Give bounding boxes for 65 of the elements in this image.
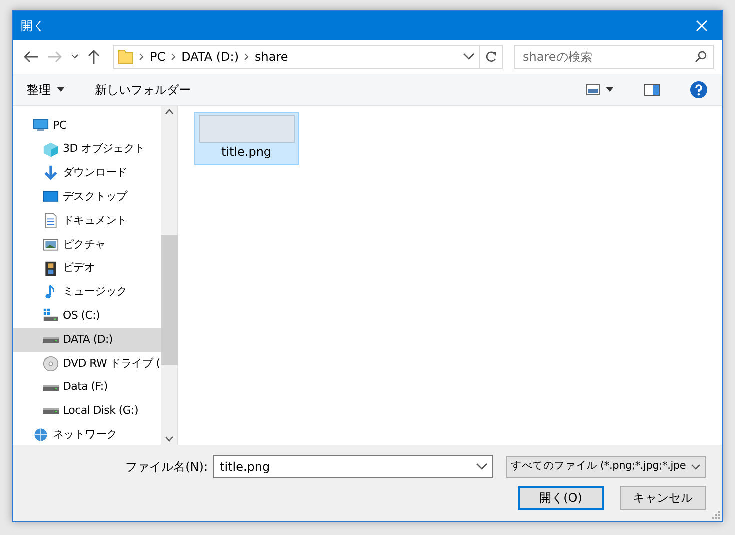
sidebar-item[interactable]: デスクトップ	[13, 185, 161, 210]
globe-icon	[33, 427, 49, 444]
chevron-icon	[170, 53, 178, 61]
drive-icon	[43, 408, 59, 414]
address-bar[interactable]: PC DATA (D:) share	[113, 45, 503, 69]
file-name-label: ファイル名(N):	[126, 458, 208, 476]
breadcrumb-item[interactable]: PC	[146, 48, 170, 66]
forward-arrow-icon	[47, 50, 63, 64]
scroll-down-icon	[164, 436, 174, 442]
refresh-icon	[485, 51, 497, 63]
disc-icon	[43, 356, 59, 372]
search-box[interactable]: shareの検索	[514, 45, 714, 69]
dropdown-caret-icon	[476, 462, 488, 470]
sidebar-item[interactable]: ダウンロード	[13, 162, 161, 186]
caret-icon	[57, 87, 65, 92]
organize-menu-button[interactable]: 整理	[21, 78, 71, 100]
breadcrumb-item[interactable]: share	[251, 48, 292, 66]
scroll-up-icon	[164, 109, 174, 115]
dropdown-caret-icon	[463, 53, 475, 61]
sidebar-item[interactable]: DVD RW ドライブ (	[13, 352, 161, 376]
recent-locations-button[interactable]	[69, 54, 81, 60]
up-arrow-icon	[87, 49, 101, 65]
document-icon	[43, 213, 59, 230]
picture-icon	[43, 236, 59, 253]
drive-icon	[43, 384, 59, 391]
breadcrumb-item[interactable]: DATA (D:)	[178, 48, 243, 66]
window-title: 開く	[21, 18, 45, 34]
sidebar-item[interactable]: Data (F:)	[13, 376, 161, 400]
open-button[interactable]: 開く(O)	[518, 486, 604, 510]
file-name: title.png	[221, 144, 272, 161]
close-icon	[696, 20, 708, 32]
back-arrow-icon	[23, 50, 39, 64]
cancel-button[interactable]: キャンセル	[620, 486, 706, 510]
computer-icon	[33, 118, 49, 134]
chevron-icon	[138, 53, 146, 61]
view-icon	[586, 84, 600, 96]
cube-icon	[43, 142, 59, 158]
resize-grip-icon	[712, 511, 720, 519]
sidebar-item[interactable]: Local Disk (G:)	[13, 400, 161, 424]
folder-icon	[118, 49, 134, 65]
sidebar-item[interactable]: 3D オブジェクト	[13, 138, 161, 162]
file-item[interactable]: title.png	[194, 112, 299, 165]
search-icon	[695, 51, 707, 63]
chevron-icon	[243, 53, 251, 61]
down-arrow-icon	[43, 165, 59, 182]
drive-icon	[43, 337, 59, 344]
file-type-dropdown[interactable]: すべてのファイル (*.png;*.jpg;*.jpe	[506, 456, 706, 478]
caret-icon	[606, 87, 614, 92]
sidebar-item[interactable]: OS (C:)	[13, 304, 161, 328]
system-drive-icon	[43, 308, 59, 324]
sidebar-item[interactable]: ミュージック	[13, 280, 161, 304]
file-name-combo[interactable]: title.png	[213, 455, 493, 478]
sidebar-item[interactable]: PC	[13, 114, 161, 138]
scrollbar[interactable]	[161, 106, 178, 445]
new-folder-button[interactable]: 新しいフォルダー	[89, 78, 197, 100]
dropdown-caret-icon	[691, 464, 701, 470]
caret-icon	[71, 54, 79, 60]
sidebar-item[interactable]: ネットワーク	[13, 423, 161, 445]
film-icon	[43, 260, 59, 277]
sidebar-item[interactable]: ドキュメント	[13, 209, 161, 233]
preview-pane-icon	[644, 84, 660, 96]
sidebar-item[interactable]: ビデオ	[13, 256, 161, 281]
sidebar-item[interactable]: ピクチャ	[13, 232, 161, 257]
help-icon	[690, 80, 708, 98]
sidebar-item[interactable]: DATA (D:)	[13, 328, 161, 352]
